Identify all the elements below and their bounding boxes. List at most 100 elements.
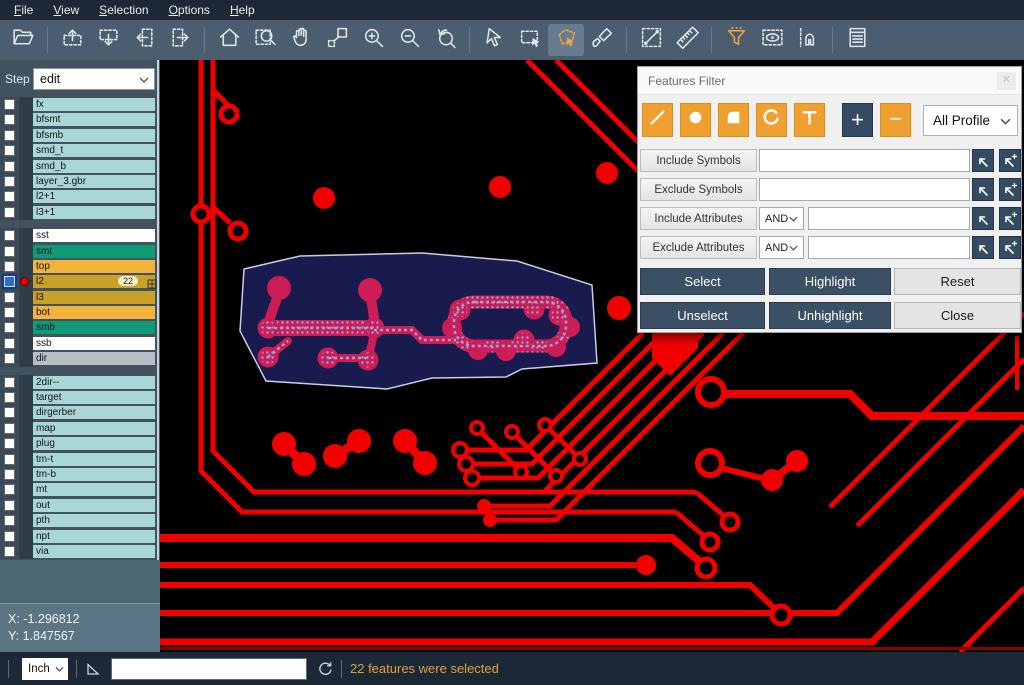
layer-row-l2+1[interactable]: l2+1 — [0, 189, 160, 204]
layer-visibility-checkbox[interactable] — [4, 377, 15, 388]
layer-chip[interactable]: bot — [33, 306, 155, 319]
layer-chip[interactable]: plug — [33, 437, 155, 450]
pick-add-from-canvas-button[interactable] — [999, 207, 1021, 230]
layer-visibility-checkbox[interactable] — [4, 322, 15, 333]
layer-visibility-checkbox[interactable] — [4, 454, 15, 465]
layer-visibility-checkbox[interactable] — [4, 207, 15, 218]
layer-visibility-checkbox[interactable] — [4, 191, 15, 202]
layer-visibility-checkbox[interactable] — [4, 531, 15, 542]
layer-visibility-checkbox[interactable] — [4, 338, 15, 349]
refresh-icon[interactable] — [317, 661, 333, 677]
layer-visibility-checkbox[interactable] — [4, 99, 15, 110]
layer-visibility-checkbox[interactable] — [4, 145, 15, 156]
layer-chip[interactable]: layer_3.gbr — [33, 175, 155, 188]
layer-chip[interactable]: pth — [33, 514, 155, 527]
layer-row-smt[interactable]: smt — [0, 244, 160, 259]
include-attributes-button[interactable]: Include Attributes — [640, 207, 757, 230]
layer-chip[interactable]: tm-t — [33, 453, 155, 466]
layer-visibility-checkbox[interactable] — [4, 353, 15, 364]
dialog-close-button[interactable]: ✕ — [997, 72, 1016, 90]
feature-info-panel-button[interactable] — [839, 24, 875, 56]
layer-row-l3+1[interactable]: l3+1 — [0, 205, 160, 220]
layer-row-pth[interactable]: pth — [0, 513, 160, 528]
zoom-window-button[interactable] — [247, 24, 283, 56]
layer-visibility-checkbox[interactable] — [4, 438, 15, 449]
exclude-attributes-button[interactable]: Exclude Attributes — [640, 236, 757, 259]
layer-visibility-checkbox[interactable] — [4, 246, 15, 257]
filter-arcs-button[interactable] — [756, 103, 787, 137]
highlight-button[interactable]: Highlight — [769, 268, 891, 295]
layer-visibility-checkbox[interactable] — [4, 469, 15, 480]
layer-row-layer_3.gbr[interactable]: layer_3.gbr — [0, 174, 160, 189]
layer-row-npt[interactable]: npt — [0, 529, 160, 544]
measure-distance-button[interactable] — [633, 24, 669, 56]
pick-from-canvas-button[interactable] — [972, 236, 994, 259]
layer-row-2dir--[interactable]: 2dir-- — [0, 375, 160, 390]
pick-add-from-canvas-button[interactable] — [999, 178, 1021, 201]
clear-highlight-button[interactable] — [584, 24, 620, 56]
pick-add-from-canvas-button[interactable] — [999, 236, 1021, 259]
measure-ruler-button[interactable] — [669, 24, 705, 56]
zoom-in-button[interactable] — [355, 24, 391, 56]
profile-select[interactable]: All Profile — [923, 105, 1018, 136]
pan-right-button[interactable] — [162, 24, 198, 56]
layer-chip[interactable]: tm-b — [33, 468, 155, 481]
layer-row-via[interactable]: via — [0, 544, 160, 559]
filter-lines-button[interactable] — [642, 103, 673, 137]
layer-chip[interactable]: 2dir-- — [33, 376, 155, 389]
layer-chip[interactable]: l3 — [33, 291, 155, 304]
open-file-button[interactable] — [5, 24, 41, 56]
menu-help[interactable]: Help — [220, 2, 265, 19]
layer-chip[interactable]: bfsmt — [33, 113, 155, 126]
layer-grid-icon[interactable] — [147, 276, 157, 286]
layer-chip[interactable]: bfsmb — [33, 129, 155, 142]
layer-visibility-checkbox[interactable] — [4, 515, 15, 526]
unit-select[interactable]: Inch — [22, 658, 68, 680]
menu-options[interactable]: Options — [159, 2, 220, 19]
layer-visibility-checkbox[interactable] — [4, 392, 15, 403]
include-attributes-input[interactable] — [808, 207, 970, 230]
exclude-symbols-button[interactable]: Exclude Symbols — [640, 178, 757, 201]
layer-chip[interactable]: smb — [33, 321, 155, 334]
pan-hand-button[interactable] — [283, 24, 319, 56]
layer-visibility-checkbox[interactable] — [4, 292, 15, 303]
select-pointer-button[interactable] — [476, 24, 512, 56]
filter-text-button[interactable] — [794, 103, 825, 137]
close-button[interactable]: Close — [894, 302, 1021, 329]
layer-chip[interactable]: top — [33, 260, 155, 273]
view-area-button[interactable] — [319, 24, 355, 56]
select-polygon-button[interactable] — [548, 24, 584, 56]
snap-mode-button[interactable] — [790, 24, 826, 56]
layer-chip[interactable]: l2+1 — [33, 190, 155, 203]
reset-button[interactable]: Reset — [894, 268, 1021, 295]
unselect-button[interactable]: Unselect — [640, 302, 765, 329]
layer-row-tm-b[interactable]: tm-b — [0, 467, 160, 482]
layer-row-smb[interactable]: smb — [0, 320, 160, 335]
layer-chip[interactable]: dirgerber — [33, 406, 155, 419]
add-filter-button[interactable]: + — [842, 103, 873, 137]
layer-row-out[interactable]: out — [0, 498, 160, 513]
layer-chip[interactable]: ssb — [33, 337, 155, 350]
layer-chip[interactable]: smd_b — [33, 160, 155, 173]
layer-row-ssb[interactable]: ssb — [0, 336, 160, 351]
layer-row-smd_b[interactable]: smd_b — [0, 159, 160, 174]
layer-visibility-checkbox[interactable] — [4, 176, 15, 187]
layer-display-button[interactable] — [754, 24, 790, 56]
layer-chip[interactable]: smt — [33, 245, 155, 258]
layer-row-sst[interactable]: sst — [0, 228, 160, 243]
layer-visibility-checkbox[interactable] — [4, 161, 15, 172]
layer-row-plug[interactable]: plug — [0, 436, 160, 451]
layer-visibility-checkbox[interactable] — [4, 114, 15, 125]
include-symbols-button[interactable]: Include Symbols — [640, 149, 757, 172]
filter-surfaces-button[interactable] — [718, 103, 749, 137]
select-rect-button[interactable] — [512, 24, 548, 56]
layer-row-tm-t[interactable]: tm-t — [0, 452, 160, 467]
layer-row-bfsmb[interactable]: bfsmb — [0, 128, 160, 143]
layer-chip[interactable]: via — [33, 545, 155, 558]
select-button[interactable]: Select — [640, 268, 765, 295]
layer-row-fx[interactable]: fx — [0, 97, 160, 112]
layer-row-bot[interactable]: bot — [0, 305, 160, 320]
filter-pads-button[interactable] — [680, 103, 711, 137]
pan-down-button[interactable] — [90, 24, 126, 56]
layer-row-l2[interactable]: l222 — [0, 274, 160, 289]
